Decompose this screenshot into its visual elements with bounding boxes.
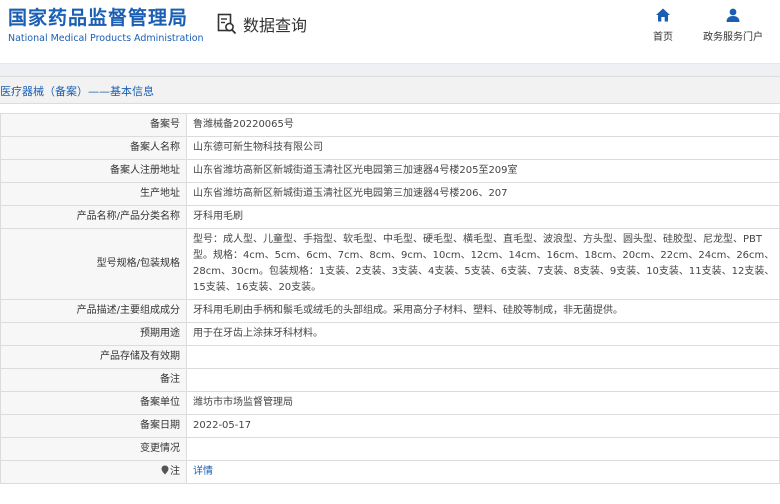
table-row: 备注 [0, 368, 780, 392]
row-label-text: 生产地址 [140, 188, 180, 199]
site-logo[interactable]: 国家药品监督管理局 National Medical Products Admi… [8, 6, 204, 46]
home-icon [656, 8, 670, 22]
breadcrumb: 医疗器械（备案）——基本信息 [0, 85, 154, 98]
row-label: 生产地址 [0, 182, 187, 206]
row-value [186, 368, 780, 392]
row-value: 潍坊市市场监督管理局 [186, 391, 780, 415]
row-label-text: 备案号 [150, 119, 180, 130]
brand-title-en: National Medical Products Administration [8, 33, 204, 44]
row-value [186, 437, 780, 461]
row-label: 产品存储及有效期 [0, 345, 187, 369]
row-label-text: 型号规格/包装规格 [96, 258, 180, 269]
table-row: 产品存储及有效期 [0, 345, 780, 369]
row-label-text: 预期用途 [140, 328, 180, 339]
table-row: 备案人注册地址 山东省潍坊高新区新城街道玉清社区光电园第三加速器4号楼205至20… [0, 159, 780, 183]
table-row: 预期用途 用于在牙齿上涂抹牙科材料。 [0, 322, 780, 346]
row-label: 备案日期 [0, 414, 187, 438]
table-row: 产品描述/主要组成成分 牙科用毛刷由手柄和鬃毛或绒毛的头部组成。采用高分子材料、塑… [0, 299, 780, 323]
row-label: 预期用途 [0, 322, 187, 346]
table-row: 备案日期 2022-05-17 [0, 414, 780, 438]
row-label-text: 备案人注册地址 [110, 165, 180, 176]
pin-icon [161, 465, 169, 475]
header-band [0, 64, 780, 76]
row-label-text: 注 [170, 466, 180, 477]
table-row: 产品名称/产品分类名称 牙科用毛刷 [0, 205, 780, 229]
row-label-text: 产品描述/主要组成成分 [76, 305, 180, 316]
row-label-text: 备案人名称 [130, 142, 180, 153]
row-label: 备案人名称 [0, 136, 187, 160]
table-row: 备案单位 潍坊市市场监督管理局 [0, 391, 780, 415]
row-value: 牙科用毛刷由手柄和鬃毛或绒毛的头部组成。采用高分子材料、塑料、硅胶等制成，非无菌… [186, 299, 780, 323]
table-row: 生产地址 山东省潍坊高新区新城街道玉清社区光电园第三加速器4号楼206、207 [0, 182, 780, 206]
row-value: 型号：成人型、儿童型、手指型、软毛型、中毛型、硬毛型、横毛型、直毛型、波浪型、方… [186, 228, 780, 300]
row-value: 鲁潍械备20220065号 [186, 113, 780, 137]
row-label: 备案人注册地址 [0, 159, 187, 183]
site-header: 国家药品监督管理局 National Medical Products Admi… [0, 0, 780, 64]
row-label: 产品名称/产品分类名称 [0, 205, 187, 229]
data-query-link[interactable]: 数据查询 [217, 12, 307, 36]
breadcrumb-bar: 医疗器械（备案）——基本信息 [0, 76, 780, 104]
data-query-label: 数据查询 [243, 16, 308, 35]
nav-home[interactable]: 首页 [648, 7, 678, 43]
row-value: 牙科用毛刷 [186, 205, 780, 229]
row-label: 注 [0, 460, 187, 484]
details-link[interactable]: 详情 [186, 460, 780, 484]
row-value: 用于在牙齿上涂抹牙科材料。 [186, 322, 780, 346]
row-label: 产品描述/主要组成成分 [0, 299, 187, 323]
table-row: 备案人名称 山东德可新生物科技有限公司 [0, 136, 780, 160]
table-row: 注详情 [0, 460, 780, 484]
row-value: 2022-05-17 [186, 414, 780, 438]
row-label: 备案单位 [0, 391, 187, 415]
record-table: 备案号 鲁潍械备20220065号 备案人名称 山东德可新生物科技有限公司 备案人注册地… [0, 113, 780, 484]
table-row: 变更情况 [0, 437, 780, 461]
search-document-icon [217, 13, 237, 35]
row-value: 山东省潍坊高新区新城街道玉清社区光电园第三加速器4号楼205至209室 [186, 159, 780, 183]
row-label-text: 产品名称/产品分类名称 [76, 211, 180, 222]
nav-gov-label: 政务服务门户 [703, 32, 763, 43]
row-label: 备注 [0, 368, 187, 392]
row-label-text: 产品存储及有效期 [100, 351, 180, 362]
row-label: 变更情况 [0, 437, 187, 461]
nav-home-label: 首页 [653, 32, 673, 43]
table-row: 备案号 鲁潍械备20220065号 [0, 113, 780, 137]
row-label-text: 备注 [160, 374, 180, 385]
row-value [186, 345, 780, 369]
person-icon [726, 8, 740, 22]
row-label: 备案号 [0, 113, 187, 137]
row-value: 山东省潍坊高新区新城街道玉清社区光电园第三加速器4号楼206、207 [186, 182, 780, 206]
table-row: 型号规格/包装规格 型号：成人型、儿童型、手指型、软毛型、中毛型、硬毛型、横毛型、… [0, 228, 780, 300]
row-label: 型号规格/包装规格 [0, 228, 187, 300]
row-label-text: 备案日期 [140, 420, 180, 431]
brand-title-cn: 国家药品监督管理局 [8, 7, 189, 29]
row-label-text: 备案单位 [140, 397, 180, 408]
row-value: 山东德可新生物科技有限公司 [186, 136, 780, 160]
row-label-text: 变更情况 [140, 443, 180, 454]
nav-gov-service[interactable]: 政务服务门户 [700, 7, 766, 43]
